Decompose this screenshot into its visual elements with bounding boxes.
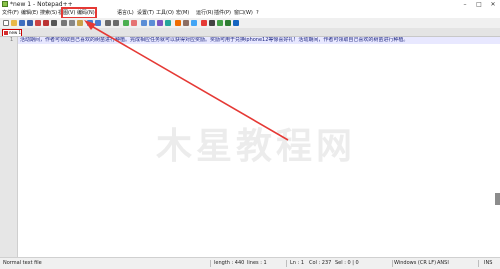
show-all-chars-icon[interactable]: [157, 20, 163, 26]
open-file-icon[interactable]: [11, 20, 17, 26]
tab-new-1[interactable]: new 1: [2, 29, 22, 36]
status-eol: Windows (CR LF): [394, 260, 437, 266]
window-controls: – □ ✕: [458, 0, 500, 9]
status-divider: [478, 260, 479, 267]
maximize-button[interactable]: □: [472, 0, 486, 9]
undo-icon[interactable]: [87, 20, 93, 26]
status-sel: Sel : 0 | 0: [335, 260, 359, 266]
find-icon[interactable]: [105, 20, 111, 26]
status-ins: INS: [484, 260, 493, 266]
save-icon[interactable]: [19, 20, 25, 26]
close-file-icon[interactable]: [35, 20, 41, 26]
zoom-in-icon[interactable]: [123, 20, 129, 26]
save-macro-icon[interactable]: [233, 20, 239, 26]
line-number-gutter: 1: [0, 37, 18, 257]
status-divider: [286, 260, 287, 267]
menu-window[interactable]: 窗口(W): [234, 9, 253, 18]
status-divider: [392, 260, 393, 267]
new-file-icon[interactable]: [3, 20, 9, 26]
sync-scroll-icon[interactable]: [141, 20, 147, 26]
paste-icon[interactable]: [77, 20, 83, 26]
indent-guide-icon[interactable]: [165, 20, 171, 26]
zoom-out-icon[interactable]: [131, 20, 137, 26]
tab-bar: new 1: [0, 28, 500, 37]
scrollbar-handle[interactable]: [495, 193, 500, 205]
notepadpp-icon: [2, 1, 8, 7]
status-length: length : 440: [214, 260, 245, 266]
run-macro-multiple-icon[interactable]: [225, 20, 231, 26]
menu-help[interactable]: ?: [256, 9, 259, 18]
stop-macro-icon[interactable]: [209, 20, 215, 26]
status-col: Col : 237: [309, 260, 332, 266]
play-macro-icon[interactable]: [217, 20, 223, 26]
status-divider: [210, 260, 211, 267]
menu-edit[interactable]: 编辑(E): [21, 9, 38, 18]
menu-tools[interactable]: 工具(O): [156, 9, 174, 18]
redo-icon[interactable]: [95, 20, 101, 26]
cut-icon[interactable]: [61, 20, 67, 26]
copy-icon[interactable]: [69, 20, 75, 26]
folder-workspace-icon[interactable]: [191, 20, 197, 26]
unsaved-file-icon: [4, 31, 8, 35]
menu-search[interactable]: 搜索(S): [40, 9, 57, 18]
status-bar: Normal text file length : 440 lines : 1 …: [0, 257, 500, 269]
watermark: 木星教程网: [156, 126, 357, 167]
word-wrap-icon[interactable]: [149, 20, 155, 26]
close-all-icon[interactable]: [43, 20, 49, 26]
menu-plugins[interactable]: 插件(P): [214, 9, 231, 18]
status-encoding: ANSI: [437, 260, 449, 266]
menu-file[interactable]: 文件(F): [2, 9, 19, 18]
status-lines: lines : 1: [247, 260, 267, 266]
menu-macro[interactable]: 宏(M): [176, 9, 189, 18]
doc-map-icon[interactable]: [175, 20, 181, 26]
menu-settings[interactable]: 设置(T): [137, 9, 154, 18]
record-macro-icon[interactable]: [201, 20, 207, 26]
tab-label: new 1: [9, 30, 22, 35]
menu-run[interactable]: 运行(R): [196, 9, 213, 18]
print-icon[interactable]: [51, 20, 57, 26]
status-ln: Ln : 1: [290, 260, 304, 266]
close-button[interactable]: ✕: [486, 0, 500, 9]
editor-area[interactable]: 1 活动期间，作者可领取自己喜欢的树苗进行种植。完成相应任务就可以获得对应奖励。…: [0, 37, 500, 257]
function-list-icon[interactable]: [183, 20, 189, 26]
editor-line[interactable]: 活动期间，作者可领取自己喜欢的树苗进行种植。完成相应任务就可以获得对应奖励。奖励…: [20, 37, 490, 44]
line-number: 1: [10, 37, 14, 43]
save-all-icon[interactable]: [27, 20, 33, 26]
status-file-type: Normal text file: [3, 260, 42, 266]
minimize-button[interactable]: –: [458, 0, 472, 9]
menu-language[interactable]: 语言(L): [117, 9, 134, 18]
replace-icon[interactable]: [113, 20, 119, 26]
